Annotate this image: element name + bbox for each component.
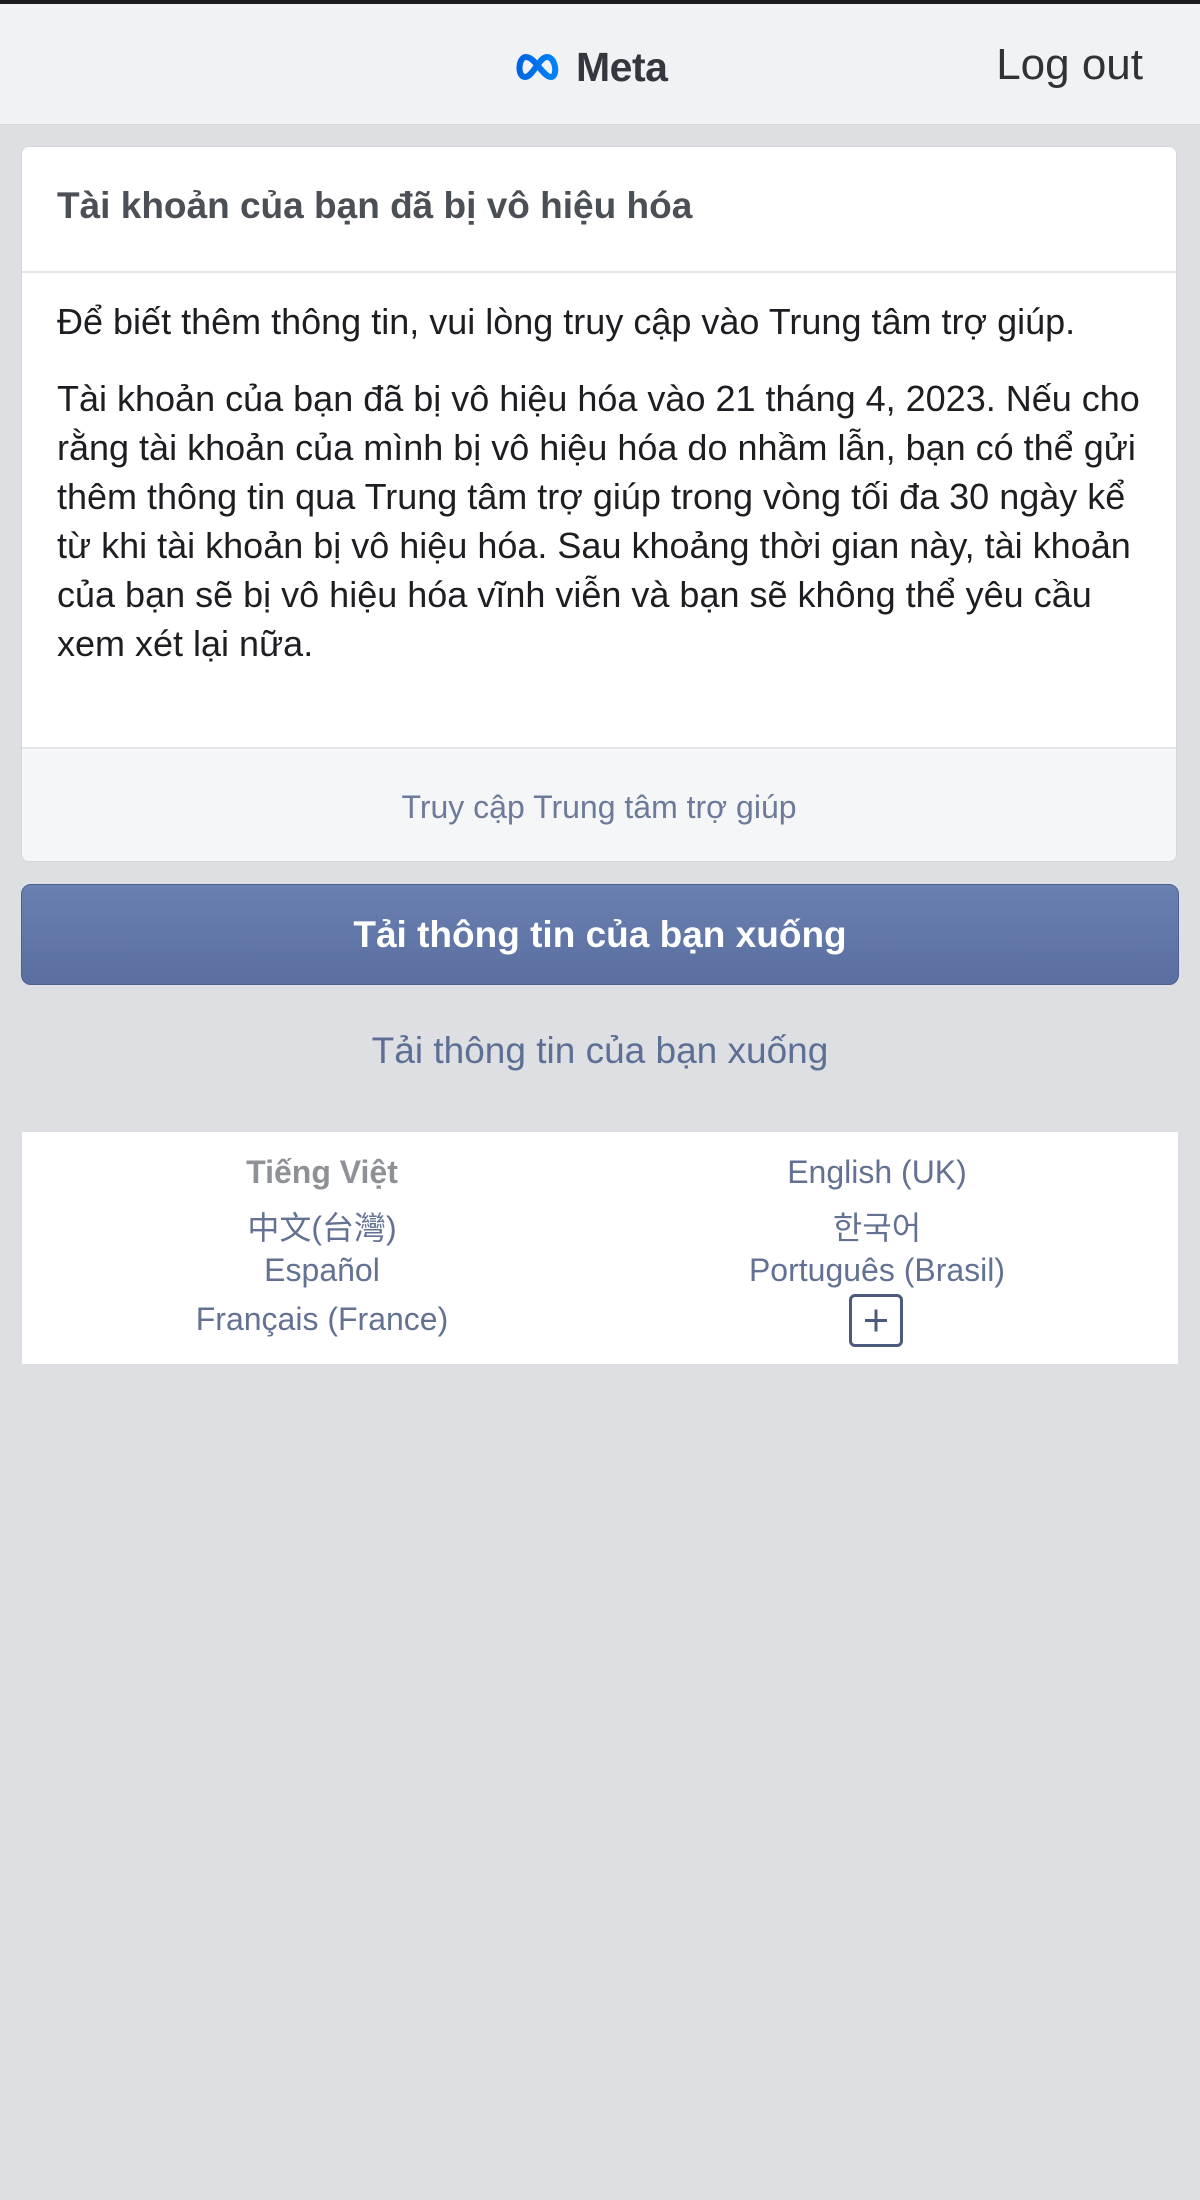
account-disabled-notice: Tài khoản của bạn đã bị vô hiệu hóa Để b…	[21, 146, 1177, 862]
notice-title: Tài khoản của bạn đã bị vô hiệu hóa	[57, 185, 693, 226]
download-info-link[interactable]: Tải thông tin của bạn xuống	[0, 1030, 1200, 1072]
logout-link[interactable]: Log out	[996, 40, 1143, 90]
language-option-spanish[interactable]: Español	[264, 1252, 380, 1289]
notice-divider	[22, 271, 1176, 273]
plus-icon	[865, 1309, 887, 1332]
meta-logo: Meta	[514, 42, 668, 92]
notice-paragraph: Để biết thêm thông tin, vui lòng truy cậ…	[57, 301, 1076, 342]
top-bar: Meta Log out	[0, 4, 1200, 125]
language-option-french-france[interactable]: Français (France)	[196, 1301, 449, 1338]
language-option-korean[interactable]: 한국어	[833, 1203, 921, 1249]
more-languages-button[interactable]	[849, 1294, 903, 1347]
notice-body: Để biết thêm thông tin, vui lòng truy cậ…	[57, 297, 1147, 696]
brand-name: Meta	[576, 43, 668, 90]
download-info-button[interactable]: Tải thông tin của bạn xuống	[21, 884, 1179, 985]
meta-infinity-icon	[516, 54, 559, 80]
language-option-chinese-taiwan[interactable]: 中文(台灣)	[247, 1203, 396, 1249]
help-center-link[interactable]: Truy cập Trung tâm trợ giúp	[22, 789, 1176, 826]
language-selector: Tiếng Việt English (UK) 中文(台灣) 한국어 Españ…	[22, 1132, 1178, 1364]
language-current: Tiếng Việt	[246, 1154, 398, 1190]
notice-paragraph: Tài khoản của bạn đã bị vô hiệu hóa vào …	[57, 378, 1140, 664]
language-option-english-uk[interactable]: English (UK)	[787, 1154, 967, 1191]
language-option-portuguese-brazil[interactable]: Português (Brasil)	[749, 1252, 1005, 1289]
notice-footer: Truy cập Trung tâm trợ giúp	[22, 747, 1176, 861]
